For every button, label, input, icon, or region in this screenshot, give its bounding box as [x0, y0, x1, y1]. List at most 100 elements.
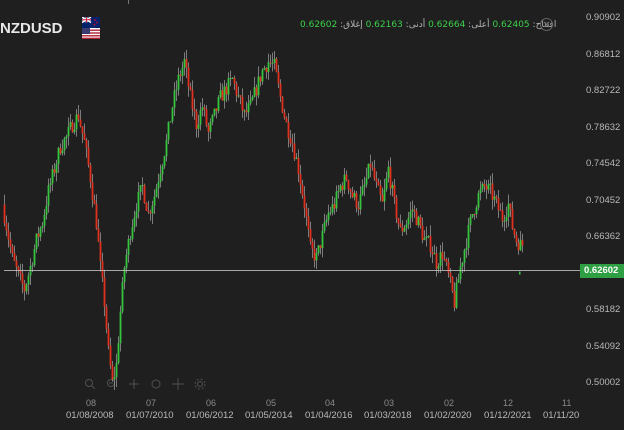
candle-up: [51, 169, 54, 184]
candle-down: [491, 183, 494, 200]
candle-down: [235, 83, 238, 96]
candle-up: [141, 185, 144, 187]
candle-up: [139, 185, 142, 192]
candle-up: [175, 89, 178, 91]
candle-down: [79, 119, 82, 127]
candle-down: [345, 174, 348, 181]
candle-down: [319, 245, 322, 249]
candle-up: [223, 86, 226, 101]
candle-down: [105, 306, 108, 329]
candle-up: [383, 189, 386, 202]
candle-up: [503, 220, 506, 222]
candle-up: [229, 78, 232, 80]
candle-down: [379, 185, 382, 195]
candle-down: [191, 89, 194, 109]
candle-up: [201, 107, 204, 111]
reset-icon[interactable]: [150, 375, 162, 389]
candle-down: [241, 96, 244, 111]
candle-down: [287, 121, 290, 139]
candle-down: [89, 164, 92, 183]
candle-up: [173, 90, 176, 108]
candle-up: [129, 238, 132, 240]
candle-down: [245, 110, 248, 113]
candle-up: [41, 225, 44, 229]
candle-down: [399, 223, 402, 227]
candle-down: [515, 234, 518, 243]
candle-up: [337, 191, 340, 193]
candle-down: [107, 328, 110, 346]
candle-up: [329, 212, 332, 214]
candle-down: [355, 193, 358, 208]
candle-down: [259, 76, 262, 82]
candle-up: [151, 205, 154, 214]
candle-up: [493, 196, 496, 200]
candle-up: [33, 249, 36, 266]
ohlc-readout: افتتاح: 0.62405 أعلى: 0.62664 أدنى: 0.62…: [300, 20, 556, 30]
candle-up: [367, 163, 370, 178]
candle-down: [149, 211, 152, 214]
pan-icon[interactable]: [128, 375, 140, 389]
candle-up: [209, 122, 212, 132]
candle-down: [95, 204, 98, 229]
candle-down: [521, 239, 524, 246]
symbol-title: NZDUSD: [0, 20, 63, 37]
candle-down: [3, 204, 6, 224]
candle-down: [381, 194, 384, 202]
candle-up: [481, 183, 484, 190]
candle-down: [517, 242, 520, 251]
candle-up: [273, 58, 276, 63]
candle-up: [365, 177, 368, 185]
candle-up: [361, 186, 364, 195]
candle-down: [93, 199, 96, 205]
candle-down: [99, 241, 102, 261]
candle-up: [385, 177, 388, 190]
candle-down: [453, 291, 456, 308]
candle-up: [217, 97, 220, 111]
candle-up: [407, 217, 410, 225]
close-icon[interactable]: [540, 18, 553, 31]
candle-up: [423, 238, 426, 241]
candle-up: [343, 174, 346, 190]
candle-down: [147, 210, 150, 212]
settings-icon[interactable]: [194, 375, 206, 390]
candle-up: [295, 157, 298, 159]
candle-up: [133, 217, 136, 228]
candle-up: [353, 193, 356, 198]
low-value: 0.62163: [365, 20, 403, 30]
candle-up: [27, 275, 30, 285]
candle-down: [291, 143, 294, 145]
candle-up: [519, 239, 522, 251]
candle-up: [163, 156, 166, 166]
candle-down: [299, 174, 302, 185]
candle-up: [117, 343, 120, 364]
candle-up: [123, 267, 126, 283]
candle-last: [519, 271, 521, 275]
candle-up: [465, 247, 468, 251]
candle-up: [455, 282, 458, 308]
candle-up: [161, 165, 164, 175]
candle-down: [59, 147, 62, 154]
candle-up: [417, 216, 420, 226]
candle-down: [509, 203, 512, 209]
candle-up: [55, 164, 58, 173]
candle-up: [197, 124, 200, 129]
candle-down: [265, 68, 268, 73]
candle-up: [131, 227, 134, 239]
zoom-out-icon[interactable]: [106, 375, 118, 387]
candle-up: [253, 87, 256, 97]
candle-up: [363, 184, 366, 187]
candle-up: [249, 99, 252, 104]
candle-down: [349, 189, 352, 192]
candle-up: [243, 110, 246, 112]
candle-down: [225, 86, 228, 95]
price-chart[interactable]: [0, 0, 624, 430]
candle-up: [477, 193, 480, 208]
candle-down: [9, 239, 12, 247]
crosshair-icon[interactable]: [172, 375, 184, 390]
candle-up: [461, 262, 464, 267]
candle-up: [219, 90, 222, 98]
zoom-in-icon[interactable]: [84, 375, 96, 390]
candle-down: [473, 214, 476, 216]
candle-up: [487, 183, 490, 190]
candle-down: [429, 235, 432, 253]
